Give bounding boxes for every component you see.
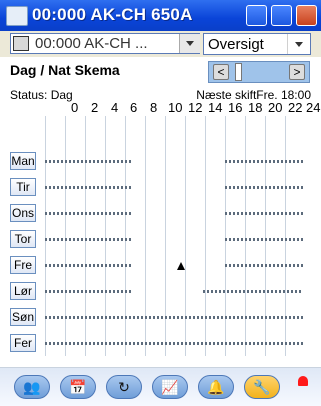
hour-label: 0 xyxy=(71,100,79,115)
slider-right-icon[interactable]: > xyxy=(289,64,305,80)
schedule-segment xyxy=(203,290,303,293)
close-button[interactable] xyxy=(296,5,317,26)
device-select[interactable]: 00:000 AK-CH ... xyxy=(10,33,200,54)
chevron-down-icon[interactable] xyxy=(287,34,310,54)
hour-label: 14 xyxy=(208,100,223,115)
schedule-segment xyxy=(225,264,303,267)
hour-label: 20 xyxy=(268,100,283,115)
day-row-lor xyxy=(45,286,303,298)
toolbar: 00:000 AK-CH ... Oversigt xyxy=(0,31,321,57)
day-button-man[interactable]: Man xyxy=(10,152,36,170)
slider-thumb[interactable] xyxy=(235,63,242,81)
minimize-button[interactable] xyxy=(246,5,267,26)
refresh-icon[interactable]: ↻ xyxy=(106,375,142,399)
hour-label: 22 xyxy=(288,100,303,115)
day-row-man xyxy=(45,156,303,168)
day-row-ons xyxy=(45,208,303,220)
day-button-tor[interactable]: Tor xyxy=(10,230,36,248)
people-icon[interactable]: 👥 xyxy=(14,375,50,399)
app-icon xyxy=(6,6,28,26)
day-row-tir xyxy=(45,182,303,194)
day-row-fer xyxy=(45,338,303,350)
schedule-segment xyxy=(225,212,303,215)
schedule-segment xyxy=(45,238,133,241)
chevron-down-icon[interactable] xyxy=(179,34,200,53)
device-icon xyxy=(13,36,29,51)
view-select-value: Oversigt xyxy=(208,36,264,53)
window-title: 00:000 AK-CH 650A xyxy=(32,5,193,24)
alarm-indicator-icon xyxy=(298,376,308,386)
schedule-header: Dag / Nat Skema < > xyxy=(0,57,321,83)
schedule-segment xyxy=(45,264,133,267)
current-time-marker xyxy=(177,262,185,270)
schedule-segment xyxy=(45,342,303,345)
schedule-segment xyxy=(45,212,133,215)
hour-label: 6 xyxy=(130,100,138,115)
graph-icon[interactable]: 📈 xyxy=(152,375,188,399)
hour-label: 12 xyxy=(188,100,203,115)
hour-label: 16 xyxy=(228,100,243,115)
day-button-son[interactable]: Søn xyxy=(10,308,36,326)
page-title: Dag / Nat Skema xyxy=(10,62,120,78)
schedule-grid: Man Tir Ons Tor Fre Lør Søn Fer xyxy=(10,116,310,356)
day-button-fre[interactable]: Fre xyxy=(10,256,36,274)
hour-label: 24 xyxy=(306,100,321,115)
schedule-segment xyxy=(225,160,303,163)
schedule-segment xyxy=(45,316,303,319)
hour-label: 10 xyxy=(168,100,183,115)
day-button-ons[interactable]: Ons xyxy=(10,204,36,222)
time-slider[interactable]: < > xyxy=(208,61,310,83)
wrench-icon[interactable]: 🔧 xyxy=(244,375,280,399)
title-bar: 00:000 AK-CH 650A xyxy=(0,0,321,31)
schedule-segment xyxy=(45,186,133,189)
day-row-son xyxy=(45,312,303,324)
day-row-tor xyxy=(45,234,303,246)
schedule-segment xyxy=(225,186,303,189)
view-select[interactable]: Oversigt xyxy=(203,33,311,55)
maximize-button[interactable] xyxy=(271,5,292,26)
device-select-value: 00:000 AK-CH ... xyxy=(35,35,148,52)
day-button-fer[interactable]: Fer xyxy=(10,334,36,352)
bottom-navigation: 👥 📅 ↻ 📈 🔔 🔧 xyxy=(0,367,321,406)
schedule-segment xyxy=(45,290,133,293)
day-button-tir[interactable]: Tir xyxy=(10,178,36,196)
hour-label: 8 xyxy=(150,100,158,115)
day-row-fre xyxy=(45,260,303,272)
hour-axis: 0 2 4 6 8 10 12 14 16 18 20 22 24 xyxy=(52,100,320,115)
schedule-segment xyxy=(45,160,133,163)
hour-label: 18 xyxy=(248,100,263,115)
hour-label: 4 xyxy=(111,100,119,115)
bell-icon[interactable]: 🔔 xyxy=(198,375,234,399)
day-button-lor[interactable]: Lør xyxy=(10,282,36,300)
slider-left-icon[interactable]: < xyxy=(213,64,229,80)
schedule-segment xyxy=(225,238,303,241)
calendar-icon[interactable]: 📅 xyxy=(60,375,96,399)
hour-label: 2 xyxy=(91,100,99,115)
